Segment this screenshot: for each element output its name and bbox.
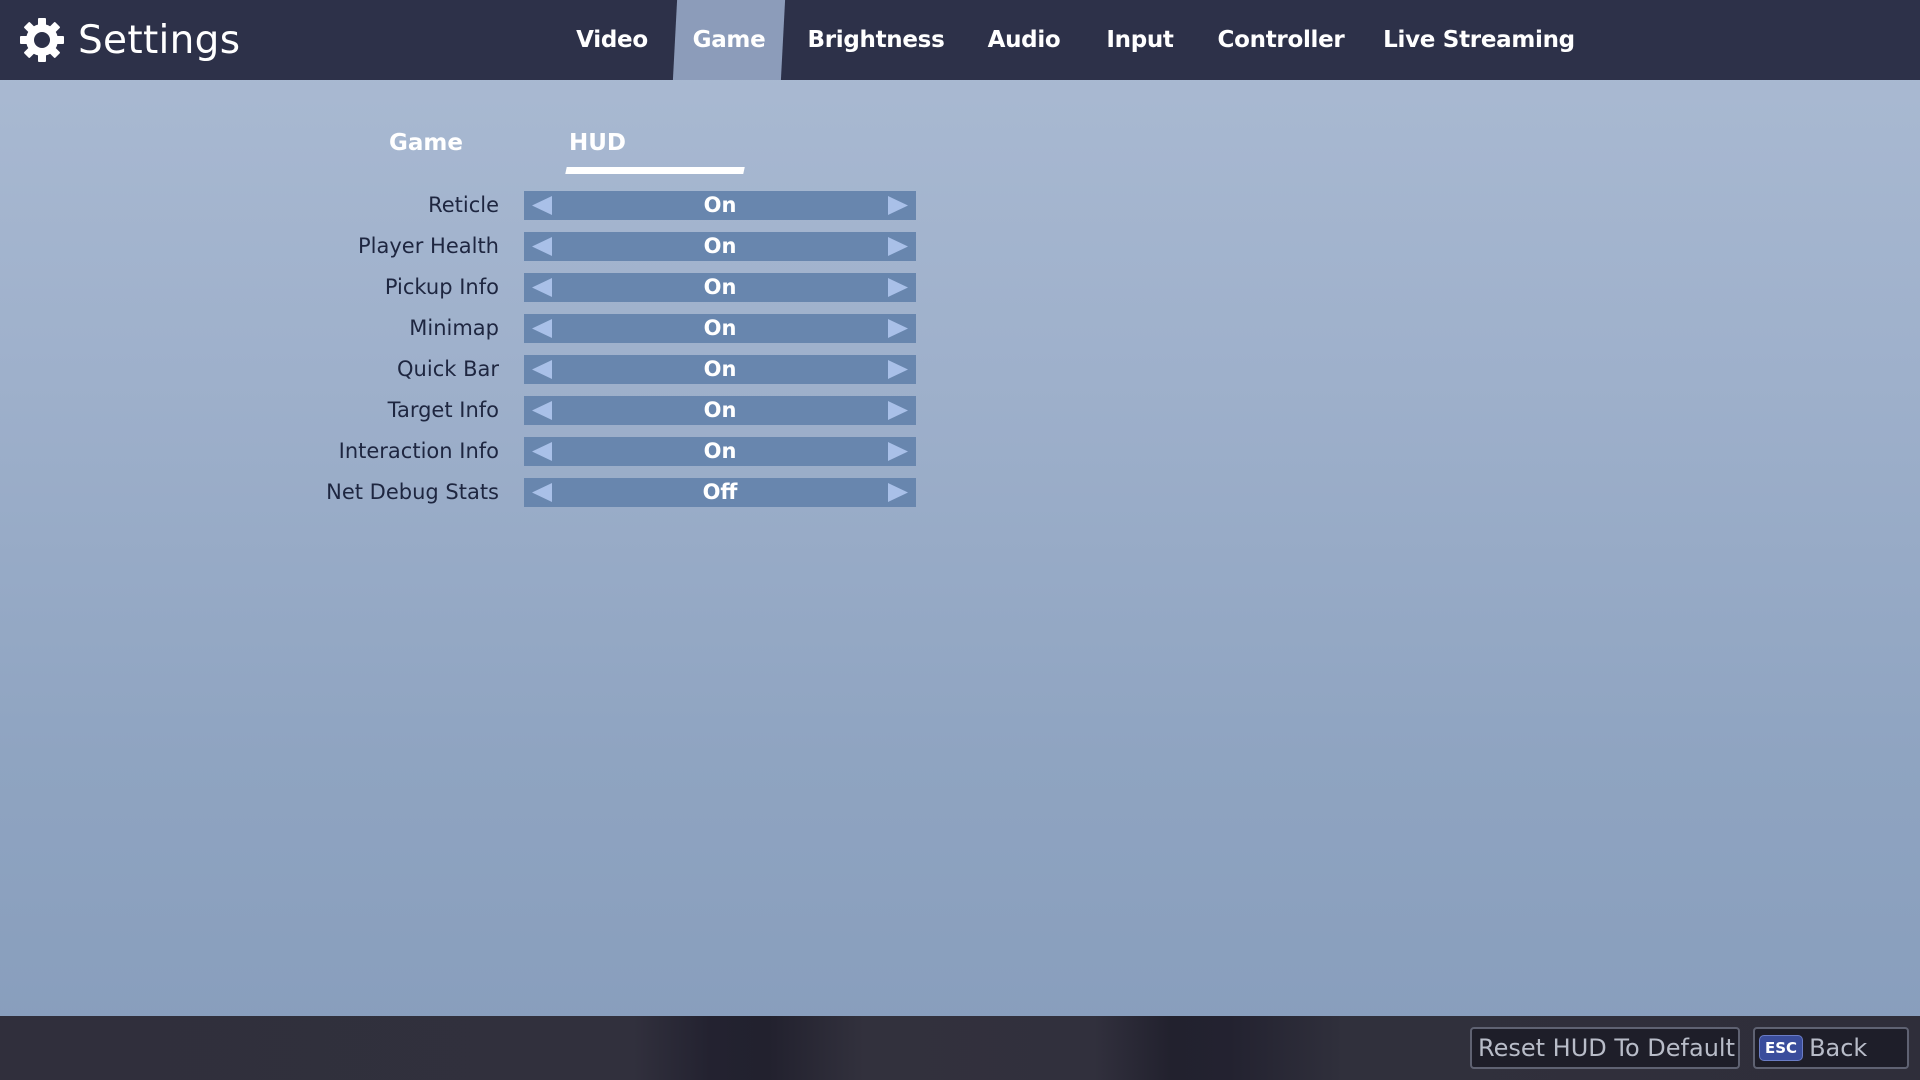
option-value: On [703, 398, 737, 422]
next-option-button[interactable] [882, 478, 916, 507]
option-selector[interactable]: On [524, 314, 916, 343]
option-value: On [703, 357, 737, 381]
next-option-button[interactable] [882, 273, 916, 302]
arrow-left-icon [532, 442, 552, 461]
option-selector[interactable]: On [524, 396, 916, 425]
back-button[interactable]: ESC Back [1753, 1027, 1909, 1069]
setting-row-minimap: Minimap On [0, 314, 940, 343]
option-selector[interactable]: On [524, 437, 916, 466]
setting-label: Reticle [428, 193, 499, 217]
option-value: On [703, 234, 737, 258]
prev-option-button[interactable] [524, 396, 558, 425]
prev-option-button[interactable] [524, 191, 558, 220]
option-value: On [703, 439, 737, 463]
top-bar: Settings Video Game Brightness Audio Inp… [0, 0, 1920, 80]
arrow-left-icon [532, 196, 552, 215]
next-option-button[interactable] [882, 396, 916, 425]
reset-hud-label: Reset HUD To Default [1478, 1034, 1735, 1062]
setting-row-player-health: Player Health On [0, 232, 940, 261]
setting-label: Interaction Info [338, 439, 499, 463]
setting-row-pickup-info: Pickup Info On [0, 273, 940, 302]
tab-audio[interactable]: Audio [976, 0, 1072, 80]
bottom-bar: Reset HUD To Default ESC Back [0, 1016, 1920, 1080]
next-option-button[interactable] [882, 437, 916, 466]
tab-controller[interactable]: Controller [1210, 0, 1352, 80]
setting-row-reticle: Reticle On [0, 191, 940, 220]
prev-option-button[interactable] [524, 437, 558, 466]
arrow-right-icon [888, 401, 908, 420]
subtab-hud[interactable]: HUD [569, 130, 626, 156]
prev-option-button[interactable] [524, 355, 558, 384]
arrow-left-icon [532, 360, 552, 379]
arrow-right-icon [888, 319, 908, 338]
arrow-right-icon [888, 237, 908, 256]
arrow-left-icon [532, 319, 552, 338]
tab-label: Controller [1217, 27, 1345, 53]
next-option-button[interactable] [882, 232, 916, 261]
setting-label: Pickup Info [384, 275, 499, 299]
prev-option-button[interactable] [524, 273, 558, 302]
prev-option-button[interactable] [524, 478, 558, 507]
tab-label: Audio [987, 27, 1061, 53]
tab-label: Brightness [807, 27, 945, 53]
arrow-right-icon [888, 442, 908, 461]
setting-label: Net Debug Stats [326, 480, 499, 504]
option-selector[interactable]: On [524, 191, 916, 220]
next-option-button[interactable] [882, 355, 916, 384]
option-selector[interactable]: On [524, 355, 916, 384]
option-selector[interactable]: Off [524, 478, 916, 507]
page-title: Settings [78, 17, 241, 63]
option-value: On [703, 275, 737, 299]
setting-row-quick-bar: Quick Bar On [0, 355, 940, 384]
setting-label: Quick Bar [397, 357, 499, 381]
option-selector[interactable]: On [524, 273, 916, 302]
arrow-right-icon [888, 360, 908, 379]
arrow-right-icon [888, 196, 908, 215]
tab-brightness[interactable]: Brightness [797, 0, 955, 80]
setting-row-net-debug-stats: Net Debug Stats Off [0, 478, 940, 507]
tab-label: Game [692, 27, 766, 53]
setting-label: Target Info [387, 398, 499, 422]
back-label: Back [1809, 1034, 1868, 1062]
arrow-right-icon [888, 278, 908, 297]
setting-label: Player Health [358, 234, 499, 258]
setting-row-target-info: Target Info On [0, 396, 940, 425]
setting-row-interaction-info: Interaction Info On [0, 437, 940, 466]
next-option-button[interactable] [882, 191, 916, 220]
tab-live-streaming[interactable]: Live Streaming [1376, 0, 1582, 80]
gear-icon [20, 18, 64, 62]
tab-game[interactable]: Game [675, 0, 783, 80]
prev-option-button[interactable] [524, 232, 558, 261]
subtab-game[interactable]: Game [389, 130, 463, 156]
option-value: On [703, 193, 737, 217]
prev-option-button[interactable] [524, 314, 558, 343]
option-value: On [703, 316, 737, 340]
arrow-left-icon [532, 401, 552, 420]
arrow-left-icon [532, 278, 552, 297]
tab-label: Input [1106, 27, 1174, 53]
active-subtab-indicator [565, 167, 745, 174]
arrow-left-icon [532, 483, 552, 502]
setting-label: Minimap [409, 316, 499, 340]
tab-label: Live Streaming [1383, 27, 1575, 53]
arrow-left-icon [532, 237, 552, 256]
next-option-button[interactable] [882, 314, 916, 343]
tab-video[interactable]: Video [563, 0, 661, 80]
reset-hud-button[interactable]: Reset HUD To Default [1470, 1027, 1740, 1069]
option-selector[interactable]: On [524, 232, 916, 261]
arrow-right-icon [888, 483, 908, 502]
tab-input[interactable]: Input [1094, 0, 1186, 80]
tab-label: Video [576, 27, 648, 53]
esc-key-icon: ESC [1759, 1035, 1804, 1061]
settings-header: Settings [18, 0, 240, 80]
option-value: Off [702, 480, 738, 504]
